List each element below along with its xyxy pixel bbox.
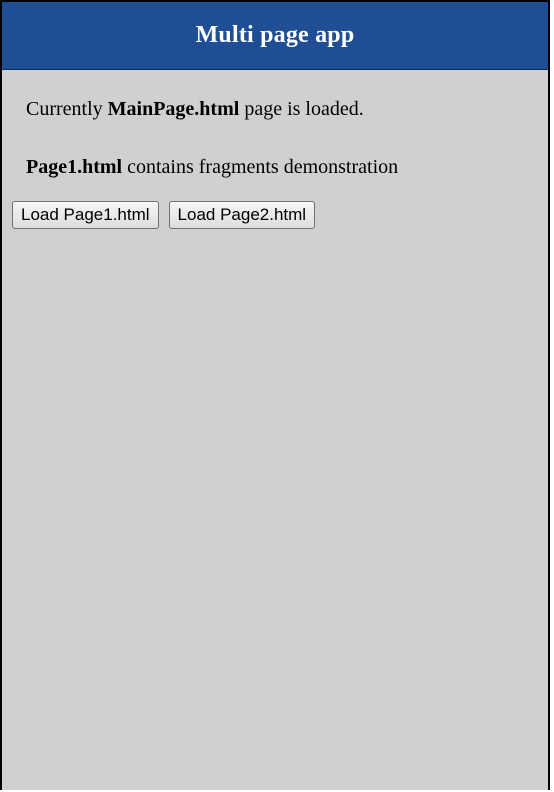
current-page-name: MainPage.html: [107, 98, 240, 120]
status-message: Currently MainPage.html page is loaded.: [12, 97, 548, 121]
page-title: Multi page app: [195, 22, 355, 48]
page1-name: Page1.html: [26, 156, 123, 178]
status-suffix: page is loaded.: [239, 98, 364, 120]
info-message: Page1.html contains fragments demonstrat…: [12, 155, 548, 179]
app-header: Multi page app: [2, 2, 548, 70]
app-window: Multi page app Currently MainPage.html p…: [0, 0, 550, 790]
info-suffix: contains fragments demonstration: [122, 156, 399, 178]
load-page1-button[interactable]: Load Page1.html: [12, 201, 159, 229]
status-prefix: Currently: [26, 98, 108, 120]
button-row: Load Page1.html Load Page2.html: [12, 201, 548, 229]
load-page2-button[interactable]: Load Page2.html: [168, 201, 316, 229]
main-content: Currently MainPage.html page is loaded. …: [2, 97, 548, 229]
